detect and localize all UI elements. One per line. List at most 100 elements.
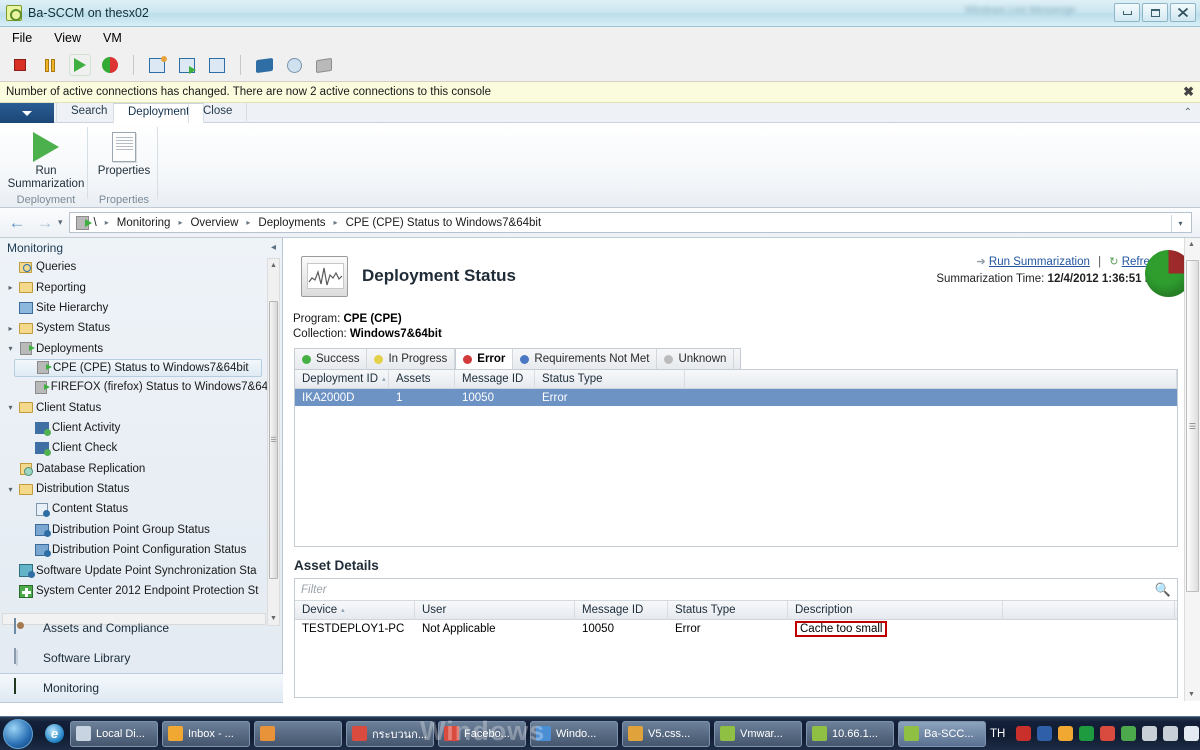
status-tab-error[interactable]: Error [455,349,514,369]
snapshot-manager-icon[interactable] [206,54,228,76]
asset-grid-column-header[interactable]: Description [788,600,1003,620]
summary-grid-column-header[interactable]: Status Type [535,369,685,389]
usb-device-icon[interactable] [313,54,335,76]
taskbar-item[interactable]: กระบวนก... [346,720,434,747]
filter-input[interactable]: Filter [301,584,1155,596]
breadcrumb-item-monitoring[interactable]: Monitoring [117,217,171,229]
asset-grid-column-header[interactable] [1003,600,1175,620]
sidebar-item-system-center-2012-endpoint-protection-st[interactable]: System Center 2012 Endpoint Protection S… [0,581,268,601]
tab-close[interactable]: Close [188,103,248,123]
play-icon[interactable] [69,54,91,76]
status-tab-success[interactable]: Success [295,349,368,369]
breadcrumb-item-overview[interactable]: Overview [190,217,238,229]
tree-twisty-icon[interactable]: ▾ [4,344,17,353]
main-scroll-up-icon[interactable]: ▲ [1188,241,1195,248]
taskbar-item[interactable]: Windo... [530,720,618,747]
opera-tray-icon[interactable] [1079,726,1095,741]
taskbar-item[interactable]: Inbox - ... [162,720,250,747]
breadcrumb[interactable]: \ ▸ Monitoring ▸ Overview ▸ Deployments … [68,212,1192,233]
taskbar-item[interactable]: V5.css... [622,720,710,747]
taskbar-item[interactable]: Ba-SCC... [898,720,986,747]
internet-explorer-icon[interactable]: e [45,724,64,743]
tree-twisty-icon[interactable]: ▾ [4,403,17,412]
tree-twisty-icon[interactable]: ▾ [4,485,17,494]
sidebar-scroll-thumb[interactable]: ☰ [269,301,278,579]
table-row[interactable]: TESTDEPLOY1-PC Not Applicable 10050 Error Ca… [295,620,1177,637]
status-tab-in-progress[interactable]: In Progress [367,349,456,369]
status-tab-unknown[interactable]: Unknown [657,349,735,369]
sidebar-item-content-status[interactable]: Content Status [0,499,268,519]
main-scroll-down-icon[interactable]: ▼ [1188,691,1195,698]
asset-grid-column-header[interactable]: Message ID [575,600,668,620]
breadcrumb-root[interactable]: \ [94,217,97,229]
network-tray-icon[interactable] [1163,726,1179,741]
status-tab-requirements-not-met[interactable]: Requirements Not Met [513,349,658,369]
messenger-tray-icon[interactable] [1058,726,1074,741]
table-row[interactable]: IKA2000D 1 10050 Error [295,389,1177,406]
notification-close-icon[interactable]: ✖ [1183,85,1194,99]
full-screen-icon[interactable] [253,54,275,76]
breadcrumb-dropdown-icon[interactable]: ▾ [1171,215,1189,232]
workspace-monitoring[interactable]: Monitoring [0,673,283,703]
breadcrumb-item-deployments[interactable]: Deployments [258,217,325,229]
language-indicator[interactable]: TH [990,728,1005,740]
sidebar-item-client-check[interactable]: Client Check [0,438,268,458]
sidebar-item-client-status[interactable]: ▾ Client Status [0,397,268,417]
network-adapter-icon[interactable] [283,54,305,76]
reset-icon[interactable] [99,54,121,76]
sidebar-item-site-hierarchy[interactable]: Site Hierarchy [0,298,268,318]
stop-icon[interactable] [9,54,31,76]
minimize-button[interactable] [1114,3,1140,22]
menu-file[interactable]: File [8,30,36,46]
sidebar-item-reporting[interactable]: ▸ Reporting [0,277,268,297]
taskbar-item[interactable]: 10.66.1... [806,720,894,747]
menu-view[interactable]: View [50,30,85,46]
sidebar-item-queries[interactable]: Queries [0,257,268,277]
run-summarization-button[interactable]: Run Summarization [4,123,88,190]
taskbar-item[interactable]: Local Di... [70,720,158,747]
antivirus-tray-icon[interactable] [1037,726,1053,741]
properties-button[interactable]: Properties [90,123,158,178]
sidebar-item-database-replication[interactable]: Database Replication [0,459,268,479]
filter-row[interactable]: Filter 🔍 [295,579,1177,601]
sidebar-item-distribution-status[interactable]: ▾ Distribution Status [0,479,268,499]
scroll-up-icon[interactable]: ▲ [268,259,279,272]
sidebar-collapse-icon[interactable]: ◂ [271,242,276,253]
dropbox-tray-icon[interactable] [1100,726,1116,741]
maximize-button[interactable] [1142,3,1168,22]
sidebar-item-cpe-cpe-status-to-windows7-64bit[interactable]: CPE (CPE) Status to Windows7&64bit [14,358,262,377]
run-summarization-link[interactable]: Run Summarization [989,256,1090,268]
download-tray-icon[interactable] [1121,726,1137,741]
take-snapshot-icon[interactable] [146,54,168,76]
sidebar-scrollbar[interactable]: ▲ ☰ ▼ [267,258,280,626]
pause-icon[interactable] [39,54,61,76]
search-icon[interactable]: 🔍 [1155,582,1171,598]
start-button[interactable] [3,718,33,749]
taskbar-item[interactable]: Vmwar... [714,720,802,747]
back-button[interactable]: ← [6,212,28,234]
menu-vm[interactable]: VM [99,30,126,46]
forward-button[interactable]: → [34,212,56,234]
safely-remove-tray-icon[interactable] [1142,726,1158,741]
summary-grid-column-header[interactable]: Message ID [455,369,535,389]
acrobat-tray-icon[interactable] [1016,726,1032,741]
close-button[interactable] [1170,3,1196,22]
volume-tray-icon[interactable] [1184,726,1200,741]
sidebar-item-distribution-point-configuration-status[interactable]: Distribution Point Configuration Status [0,540,268,560]
main-scrollbar[interactable]: ▲ ☰ ▼ [1184,238,1200,701]
taskbar-item[interactable]: Facebo... [438,720,526,747]
asset-grid-column-header[interactable]: User [415,600,575,620]
sidebar-item-distribution-point-group-status[interactable]: Distribution Point Group Status [0,520,268,540]
sidebar-item-system-status[interactable]: ▸ System Status [0,318,268,338]
tree-twisty-icon[interactable]: ▸ [4,324,17,333]
sidebar-item-deployments[interactable]: ▾ Deployments [0,339,268,359]
summary-grid-column-header[interactable]: Deployment ID ▴ [295,369,389,389]
sidebar-item-client-activity[interactable]: Client Activity [0,418,268,438]
tree-twisty-icon[interactable]: ▸ [4,283,17,292]
sidebar-item-firefox-firefox-status-to-windows7-64[interactable]: FIREFOX (firefox) Status to Windows7&64 [0,377,268,397]
history-dropdown-icon[interactable]: ▾ [58,217,63,228]
sidebar-item-software-update-point-synchronization-sta[interactable]: Software Update Point Synchronization St… [0,560,268,580]
asset-grid-column-header[interactable]: Device ▴ [295,600,415,620]
application-menu-button[interactable] [0,103,54,123]
taskbar-item[interactable] [254,720,342,747]
